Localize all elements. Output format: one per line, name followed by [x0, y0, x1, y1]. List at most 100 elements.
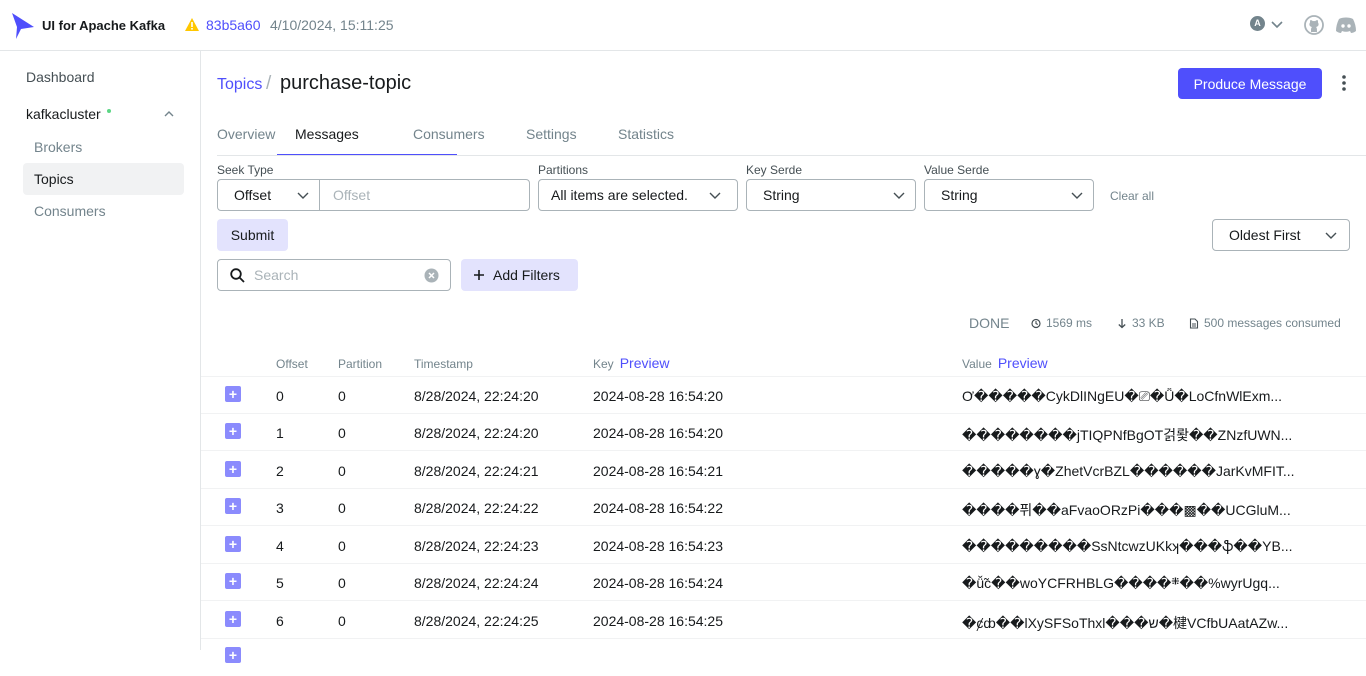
arrow-down-icon — [1118, 318, 1126, 328]
sort-order-value: Oldest First — [1229, 227, 1301, 243]
user-menu[interactable]: A — [1250, 16, 1283, 31]
cell-timestamp: 8/28/2024, 22:24:23 — [414, 538, 539, 554]
file-icon — [1189, 317, 1199, 329]
cell-offset: 0 — [276, 388, 284, 404]
offset-input[interactable] — [319, 179, 530, 211]
expand-row-icon[interactable]: + — [225, 573, 241, 589]
expand-row-icon[interactable]: + — [225, 647, 241, 663]
commit-link[interactable]: 83b5a60 — [206, 17, 261, 33]
value-serde-label: Value Serde — [924, 163, 990, 177]
table-row[interactable]: + 3 0 8/28/2024, 22:24:22 2024-08-28 16:… — [201, 489, 1366, 526]
search-input[interactable] — [254, 265, 414, 285]
elapsed-time: 1569 ms — [1031, 316, 1092, 330]
cell-partition: 0 — [338, 425, 346, 441]
expand-row-icon[interactable]: + — [225, 461, 241, 477]
column-header-offset[interactable]: Offset — [276, 357, 308, 371]
seek-type-select[interactable]: Offset — [217, 179, 320, 211]
seek-type-value: Offset — [234, 187, 272, 203]
column-header-key: Key Preview — [593, 355, 669, 371]
github-icon[interactable] — [1304, 15, 1324, 35]
add-filters-button[interactable]: Add Filters — [461, 259, 578, 291]
cell-timestamp: 8/28/2024, 22:24:21 — [414, 463, 539, 479]
value-serde-select[interactable]: String — [924, 179, 1094, 211]
tab-overview[interactable]: Overview — [217, 126, 275, 155]
key-serde-value: String — [763, 187, 800, 203]
cell-key: 2024-08-28 16:54:22 — [593, 500, 723, 516]
app-title[interactable]: UI for Apache Kafka — [42, 18, 165, 33]
sidebar-item-cluster[interactable]: kafkacluster — [26, 106, 111, 122]
cell-timestamp: 8/28/2024, 22:24:24 — [414, 575, 539, 591]
clear-all-button[interactable]: Clear all — [1110, 189, 1154, 203]
table-row[interactable]: + 0 0 8/28/2024, 22:24:20 2024-08-28 16:… — [201, 377, 1366, 414]
table-row[interactable]: + 6 0 8/28/2024, 22:24:25 2024-08-28 16:… — [201, 602, 1366, 639]
cluster-status-dot — [106, 109, 111, 113]
partitions-select[interactable]: All items are selected. — [538, 179, 738, 211]
column-header-timestamp: Timestamp — [414, 357, 473, 371]
chevron-up-icon[interactable] — [163, 109, 175, 119]
table-row[interactable]: + 5 0 8/28/2024, 22:24:24 2024-08-28 16:… — [201, 564, 1366, 601]
sidebar-item-topics[interactable]: Topics — [23, 163, 184, 195]
cell-value: ����퓌��aFvaoORzPi���▩��UCGluM... — [962, 502, 1291, 518]
cell-timestamp: 8/28/2024, 22:24:20 — [414, 388, 539, 404]
sidebar: Dashboard kafkacluster Brokers Topics Co… — [0, 51, 201, 650]
kafka-logo-icon[interactable] — [10, 11, 36, 41]
sort-order-select[interactable]: Oldest First — [1212, 219, 1350, 251]
search-box — [217, 259, 451, 291]
warning-icon — [185, 18, 199, 31]
cell-value: �����ɣ�ZhetVcrBZL������JarKvMFIT... — [962, 463, 1295, 479]
sidebar-item-consumers[interactable]: Consumers — [23, 195, 184, 227]
discord-icon[interactable] — [1335, 16, 1357, 34]
value-preview-link[interactable]: Preview — [998, 355, 1048, 371]
cell-value: Ơ�����CykDlINgEU�⎚�Ǚ�LoCfnWlExm... — [962, 388, 1283, 404]
user-avatar: A — [1250, 16, 1265, 31]
table-row[interactable]: + 4 0 8/28/2024, 22:24:23 2024-08-28 16:… — [201, 527, 1366, 564]
expand-row-icon[interactable]: + — [225, 498, 241, 514]
add-filters-label: Add Filters — [493, 267, 560, 283]
table-row[interactable]: + 2 0 8/28/2024, 22:24:21 2024-08-28 16:… — [201, 452, 1366, 489]
expand-row-icon[interactable]: + — [225, 536, 241, 552]
expand-row-icon[interactable]: + — [225, 611, 241, 627]
cell-offset: 6 — [276, 613, 284, 629]
bytes-consumed-value: 33 KB — [1132, 316, 1165, 330]
chevron-down-icon — [893, 192, 905, 199]
produce-message-button[interactable]: Produce Message — [1178, 68, 1322, 99]
expand-row-icon[interactable]: + — [225, 423, 241, 439]
tab-settings[interactable]: Settings — [526, 126, 577, 155]
cell-offset: 2 — [276, 463, 284, 479]
cell-partition: 0 — [338, 538, 346, 554]
cell-partition: 0 — [338, 613, 346, 629]
tab-statistics[interactable]: Statistics — [618, 126, 674, 155]
more-options-icon[interactable] — [1336, 73, 1352, 93]
column-header-partition: Partition — [338, 357, 383, 371]
tab-messages-label: Messages — [295, 126, 359, 142]
key-preview-link[interactable]: Preview — [620, 355, 670, 371]
key-header-label: Key — [593, 357, 614, 371]
cell-timestamp: 8/28/2024, 22:24:20 — [414, 425, 539, 441]
table-row[interactable]: + — [201, 639, 1366, 676]
cluster-name: kafkacluster — [26, 106, 101, 122]
value-serde-value: String — [941, 187, 978, 203]
table-row[interactable]: + 1 0 8/28/2024, 22:24:20 2024-08-28 16:… — [201, 414, 1366, 451]
topic-tabs: Overview Messages Consumers Settings Sta… — [217, 126, 1366, 156]
sidebar-item-dashboard[interactable]: Dashboard — [26, 69, 95, 85]
cell-value: �ǚ̃c��woYCFRHBLG����܍��%wyrUgq... — [962, 575, 1280, 591]
tab-consumers[interactable]: Consumers — [413, 126, 485, 155]
build-date: 4/10/2024, 15:11:25 — [270, 17, 394, 33]
cell-offset: 4 — [276, 538, 284, 554]
expand-row-icon[interactable]: + — [225, 386, 241, 402]
submit-button[interactable]: Submit — [217, 219, 288, 251]
clear-search-icon[interactable] — [424, 268, 439, 283]
partitions-value: All items are selected. — [551, 187, 688, 203]
search-icon — [230, 268, 245, 283]
key-serde-select[interactable]: String — [746, 179, 916, 211]
cell-value: �ȼȸ��lXySFSoThxl���ש�楗VCfbUAatAZw... — [962, 615, 1289, 631]
breadcrumb-topics-link[interactable]: Topics — [217, 76, 262, 94]
consume-status: DONE — [969, 315, 1010, 331]
messages-consumed-value: 500 messages consumed — [1204, 316, 1341, 330]
cell-timestamp: 8/28/2024, 22:24:25 — [414, 613, 539, 629]
breadcrumb-separator: / — [266, 73, 272, 94]
page-title: purchase-topic — [280, 72, 412, 94]
cell-offset: 1 — [276, 425, 284, 441]
seek-type-label: Seek Type — [217, 163, 274, 177]
sidebar-item-brokers[interactable]: Brokers — [23, 131, 184, 163]
